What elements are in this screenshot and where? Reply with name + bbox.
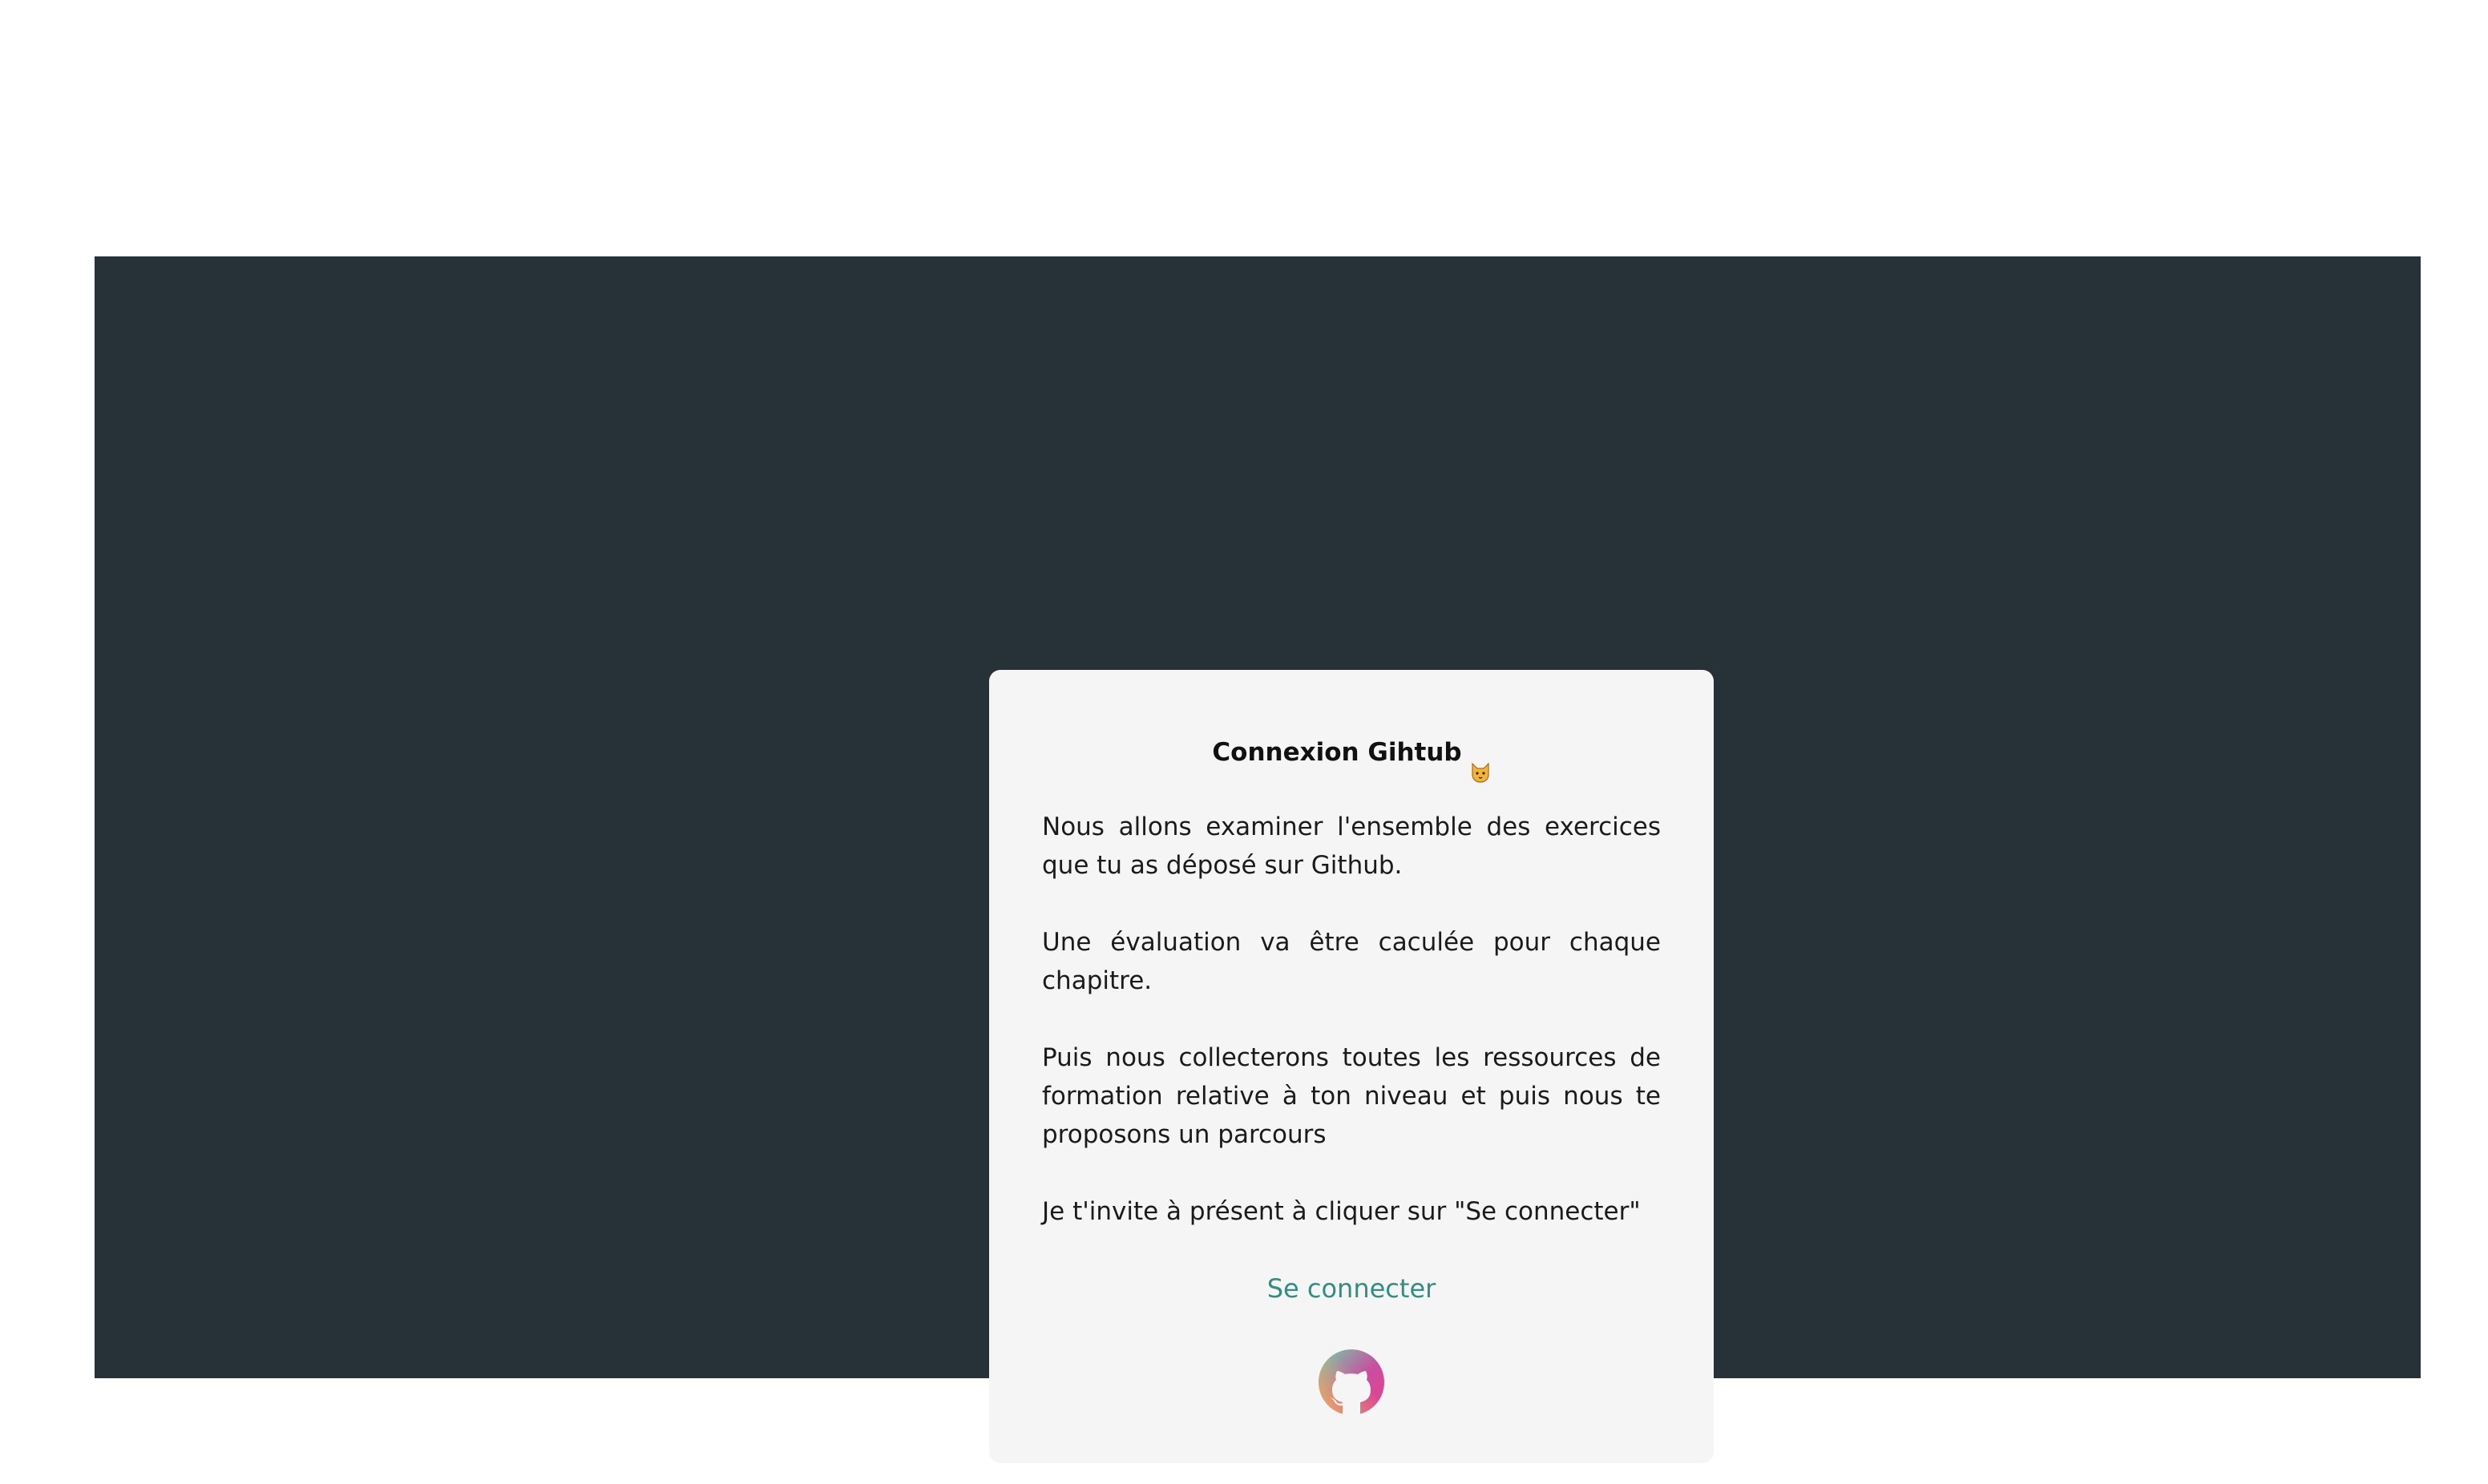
github-icon[interactable] [1319,1349,1384,1415]
invite-paragraph: Je t'invite à présent à cliquer sur "Se … [1042,1197,1641,1226]
github-login-card: Connexion Gihtub Nous allons examiner l'… [989,670,1714,1463]
evaluation-paragraph: Une évaluation va être caculée pour chaq… [1042,928,1661,995]
cat-face-icon [1470,742,1491,783]
card-title-text: Connexion Gihtub [1212,738,1462,767]
resources-paragraph: Puis nous collecterons toutes les ressou… [1042,1043,1661,1149]
intro-paragraph: Nous allons examiner l'ensemble des exer… [1042,813,1661,880]
modal-backdrop: Connexion Gihtub Nous allons examiner l'… [95,256,2421,1463]
card-title: Connexion Gihtub [1042,720,1661,785]
connect-link[interactable]: Se connecter [1042,1269,1661,1308]
